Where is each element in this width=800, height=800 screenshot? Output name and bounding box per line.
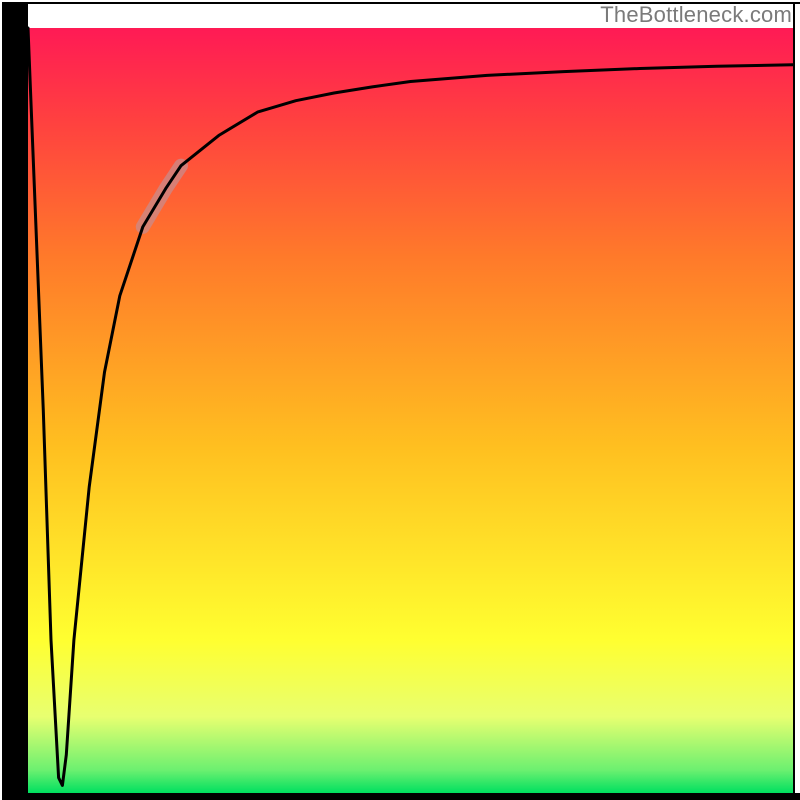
plot-background <box>28 28 793 793</box>
watermark-text: TheBottleneck.com <box>600 2 792 28</box>
axis-frame <box>2 2 28 800</box>
chart-container: TheBottleneck.com <box>0 0 800 800</box>
axis-frame <box>793 2 795 800</box>
bottleneck-chart <box>0 0 800 800</box>
axis-frame <box>2 793 800 800</box>
